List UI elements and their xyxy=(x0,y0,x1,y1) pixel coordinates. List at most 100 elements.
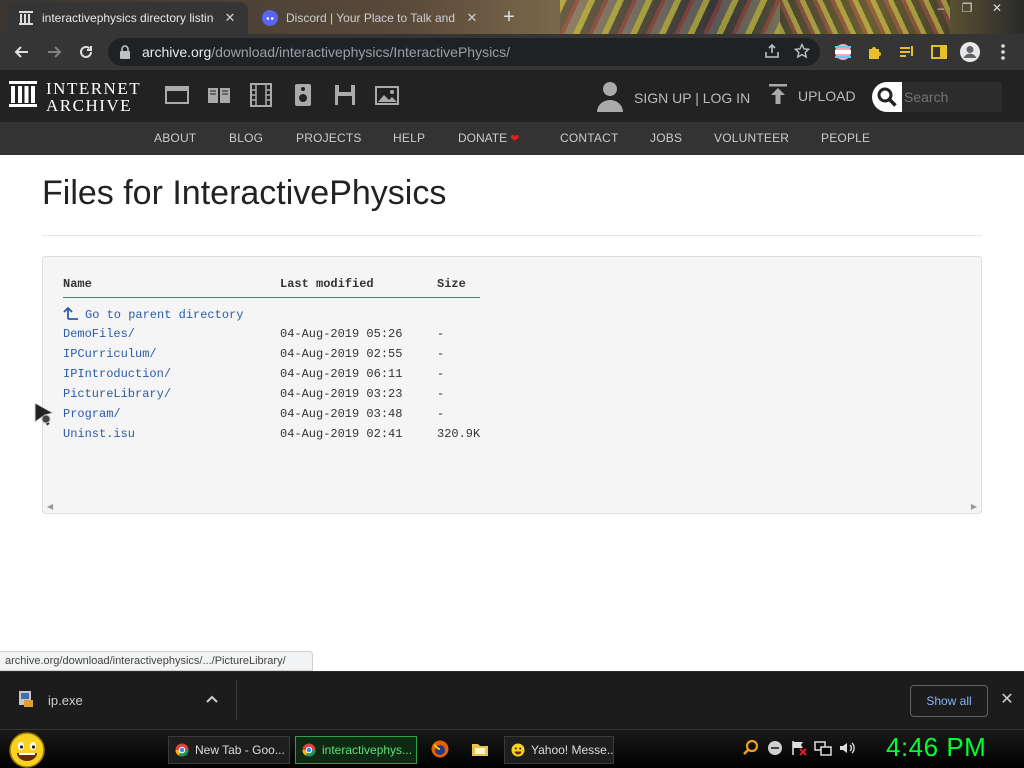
firefox-icon[interactable] xyxy=(430,739,450,759)
parent-directory-link[interactable]: Go to parent directory xyxy=(63,306,243,322)
ia-search xyxy=(872,82,1002,112)
software-floppy-icon[interactable] xyxy=(332,82,358,108)
taskbar-yahoo-messenger[interactable]: Yahoo! Messe... xyxy=(504,736,614,764)
search-magnifier-icon[interactable] xyxy=(742,739,760,757)
lock-icon[interactable] xyxy=(118,44,134,60)
table-row: IPCurriculum/ 04-Aug-2019 02:55 - xyxy=(63,344,480,364)
column-header-last-modified: Last modified xyxy=(280,277,437,298)
taskbar-label: New Tab - Goo... xyxy=(195,743,285,757)
taskbar-interactivephysics[interactable]: interactivephys... xyxy=(295,736,417,764)
desktop-wallpaper-strip xyxy=(780,0,950,34)
minimize-icon[interactable]: – xyxy=(928,0,954,18)
download-item[interactable]: ip.exe xyxy=(18,690,83,711)
last-modified-cell: 04-Aug-2019 02:41 xyxy=(280,426,403,441)
download-shelf: ip.exe Show all ✕ xyxy=(0,671,1024,729)
images-picture-icon[interactable] xyxy=(374,82,400,108)
browser-menu-icon[interactable] xyxy=(992,41,1014,63)
back-arrow-icon[interactable] xyxy=(6,36,38,68)
file-link[interactable]: IPIntroduction/ xyxy=(63,367,171,381)
file-name-cell: Uninst.isu xyxy=(63,424,280,444)
share-icon[interactable] xyxy=(764,43,780,64)
search-input[interactable] xyxy=(902,82,1002,112)
chevron-up-icon[interactable] xyxy=(205,692,221,708)
tab-title: interactivephysics directory listing xyxy=(42,11,214,25)
tab-discord[interactable]: Discord | Your Place to Talk and ✕ xyxy=(252,2,490,34)
taskbar-label: Yahoo! Messe... xyxy=(531,743,614,757)
nav-jobs[interactable]: JOBS xyxy=(650,131,682,145)
ia-logo[interactable]: INTERNET ARCHIVE xyxy=(8,79,141,114)
nav-help[interactable]: HELP xyxy=(393,131,425,145)
yahoo-smiley-icon xyxy=(511,743,525,757)
extensions-puzzle-icon[interactable] xyxy=(864,41,886,63)
column-header-name: Name xyxy=(63,277,280,298)
upload-link[interactable]: UPLOAD xyxy=(768,83,856,108)
sign-up-login-link[interactable]: SIGN UP | LOG IN xyxy=(634,90,750,106)
reload-icon[interactable] xyxy=(70,36,102,68)
page-title: Files for InteractivePhysics xyxy=(42,174,447,212)
side-panel-icon[interactable] xyxy=(928,41,950,63)
table-row: Program/ 04-Aug-2019 03:48 - xyxy=(63,404,480,424)
video-film-icon[interactable] xyxy=(248,82,274,108)
url-host: archive.org xyxy=(142,44,212,60)
tab-close-icon[interactable]: ✕ xyxy=(464,10,480,26)
file-link[interactable]: PictureLibrary/ xyxy=(63,387,171,401)
network-icon[interactable] xyxy=(814,739,832,757)
scroll-right-arrow-icon[interactable]: ▶ xyxy=(971,502,977,511)
file-link[interactable]: Uninst.isu xyxy=(63,427,135,441)
archive-building-icon xyxy=(8,79,38,114)
table-row: PictureLibrary/ 04-Aug-2019 03:23 - xyxy=(63,384,480,404)
start-smiley-icon[interactable] xyxy=(8,731,46,768)
volume-speaker-icon[interactable] xyxy=(838,739,856,757)
mouse-cursor-icon xyxy=(34,402,60,432)
restore-icon[interactable]: ❐ xyxy=(954,0,980,18)
screen: interactivephysics directory listing ✕ D… xyxy=(0,0,1024,768)
taskbar-clock[interactable]: 4:46 PM xyxy=(886,732,986,763)
audio-speaker-icon[interactable] xyxy=(290,82,316,108)
size-cell: - xyxy=(437,406,445,421)
nav-volunteer[interactable]: VOLUNTEER xyxy=(714,131,789,145)
size-cell: - xyxy=(437,346,445,361)
ia-wordmark: INTERNET ARCHIVE xyxy=(46,80,141,114)
file-link[interactable]: DemoFiles/ xyxy=(63,327,135,341)
auth-links: SIGN UP | LOG IN xyxy=(596,80,750,115)
size-cell: - xyxy=(437,386,445,401)
os-taskbar: New Tab - Goo... interactivephys... Yaho… xyxy=(0,729,1024,768)
action-center-flag-icon[interactable] xyxy=(790,739,808,757)
file-link[interactable]: Program/ xyxy=(63,407,121,421)
parent-directory-row: Go to parent directory xyxy=(63,298,480,324)
reading-list-icon[interactable] xyxy=(896,41,918,63)
nav-blog[interactable]: BLOG xyxy=(229,131,263,145)
nav-contact[interactable]: CONTACT xyxy=(560,131,619,145)
user-avatar-icon[interactable] xyxy=(596,80,624,115)
size-cell: 320.9K xyxy=(437,426,481,441)
tab-interactivephysics[interactable]: interactivephysics directory listing ✕ xyxy=(8,2,248,34)
file-link[interactable]: IPCurriculum/ xyxy=(63,347,157,361)
show-all-button[interactable]: Show all xyxy=(910,685,988,717)
profile-avatar-icon[interactable] xyxy=(959,41,981,63)
nav-people[interactable]: PEOPLE xyxy=(821,131,870,145)
discord-favicon-icon xyxy=(262,10,278,26)
search-icon[interactable] xyxy=(872,82,902,112)
nav-about[interactable]: ABOUT xyxy=(154,131,196,145)
heart-icon: ❤ xyxy=(510,133,520,145)
media-type-icons xyxy=(164,82,400,108)
messenger-status-icon[interactable] xyxy=(766,739,784,757)
window-close-icon[interactable]: ✕ xyxy=(984,0,1010,18)
desktop-wallpaper-strip xyxy=(560,0,780,34)
forward-arrow-icon[interactable] xyxy=(38,36,70,68)
texts-book-icon[interactable] xyxy=(206,82,232,108)
new-tab-plus-icon[interactable]: + xyxy=(498,6,520,28)
taskbar-new-tab[interactable]: New Tab - Goo... xyxy=(168,736,290,764)
profile-flag-extension-icon[interactable] xyxy=(832,41,854,63)
system-tray xyxy=(742,739,856,757)
archive-favicon-icon xyxy=(18,10,34,26)
scroll-left-arrow-icon[interactable]: ◀ xyxy=(47,502,53,511)
nav-projects[interactable]: PROJECTS xyxy=(296,131,362,145)
nav-donate[interactable]: DONATE ❤ xyxy=(458,131,519,145)
bookmark-star-icon[interactable] xyxy=(793,42,811,64)
address-bar[interactable]: archive.org/download/interactivephysics/… xyxy=(108,38,820,66)
close-icon[interactable]: ✕ xyxy=(998,691,1016,709)
web-archive-icon[interactable] xyxy=(164,82,190,108)
folder-icon[interactable] xyxy=(470,739,490,759)
tab-close-icon[interactable]: ✕ xyxy=(222,10,238,26)
